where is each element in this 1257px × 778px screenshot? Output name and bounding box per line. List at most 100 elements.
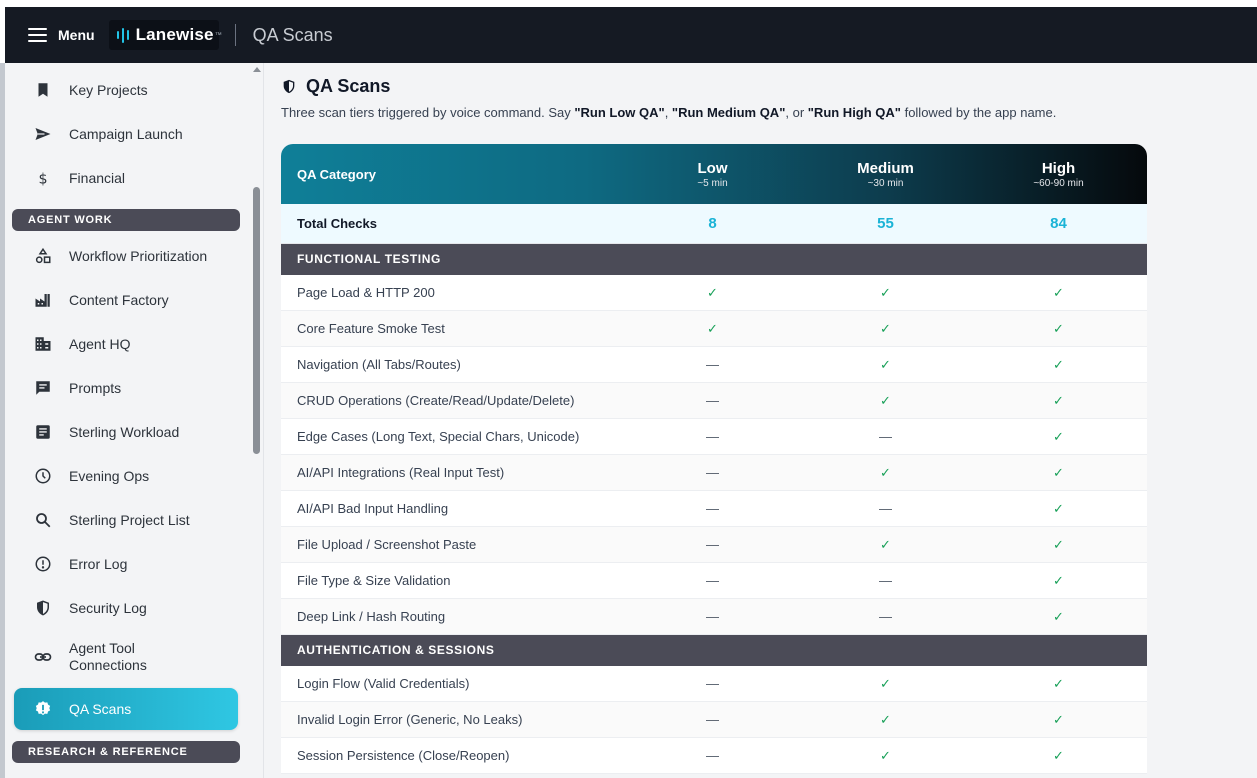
link-icon [33,647,53,667]
menu-button[interactable]: Menu [28,27,95,43]
page-heading: QA Scans [281,76,390,97]
top-bar: Menu Lanewise ™ QA Scans [0,0,1257,63]
desc-text: Three scan tiers triggered by voice comm… [281,105,575,120]
table-row: Deep Link / Hash Routing — — ✓ [281,599,1147,635]
dash-icon: — [879,501,892,516]
sidebar-item-error-log[interactable]: Error Log [13,554,243,574]
dash-icon: — [879,429,892,444]
check-icon: ✓ [880,675,891,691]
app-title: QA Scans [252,24,333,45]
sidebar-item-label: Workflow Prioritization [69,247,208,264]
total-high: 84 [1050,215,1067,232]
page-description: Three scan tiers triggered by voice comm… [281,105,1056,120]
sidebar-item-key-projects[interactable]: Key Projects [13,80,243,100]
check-icon: ✓ [1053,675,1064,691]
sidebar-item-agent-tool-connections[interactable]: Agent Tool Connections [13,640,243,674]
sidebar-item-agent-hq[interactable]: Agent HQ [13,334,243,354]
desc-separator: , [664,105,672,120]
sidebar-item-financial[interactable]: $ Financial [13,168,243,188]
check-icon: ✓ [1053,572,1064,588]
check-icon: ✓ [1053,464,1064,480]
qa-check-label: File Upload / Screenshot Paste [297,537,477,552]
page-title: QA Scans [306,76,391,96]
tier-duration: ~5 min [697,177,728,189]
chat-icon [33,378,53,398]
check-icon: ✓ [707,284,718,300]
sidebar-item-sterling-project-list[interactable]: Sterling Project List [13,510,243,530]
brand-logo[interactable]: Lanewise ™ [108,20,222,50]
desc-separator: , or [785,105,808,120]
group-header: AUTHENTICATION & SESSIONS [281,635,1147,666]
total-medium: 55 [877,215,894,232]
sidebar-scrollbar[interactable] [251,63,263,778]
soundwave-icon [116,27,129,43]
scroll-up-icon[interactable] [253,67,261,72]
shield-icon [33,598,53,618]
sidebar-item-sterling-workload[interactable]: Sterling Workload [13,422,243,442]
total-checks-label: Total Checks [297,216,377,231]
clock-icon [33,466,53,486]
dash-icon: — [879,609,892,624]
sidebar-item-label: Evening Ops [69,467,150,484]
dash-icon: — [706,357,719,372]
sidebar-item-label: Prompts [69,379,122,396]
sidebar-item-label: Sterling Project List [69,511,190,528]
check-icon: ✓ [1053,356,1064,372]
sidebar-item-qa-scans[interactable]: QA Scans [14,688,238,730]
badge-alert-icon [33,699,53,719]
check-icon: ✓ [880,320,891,336]
check-icon: ✓ [1053,392,1064,408]
dash-icon: — [706,573,719,588]
send-icon [33,124,53,144]
sidebar-item-label: Error Log [69,555,128,572]
check-icon: ✓ [880,747,891,763]
check-icon: ✓ [1053,320,1064,336]
check-icon: ✓ [1053,608,1064,624]
sidebar-item-label: Security Log [69,599,147,616]
check-icon: ✓ [1053,284,1064,300]
svg-text:$: $ [38,171,47,187]
dash-icon: — [706,537,719,552]
sidebar-item-label: Agent Tool Connections [69,640,147,673]
qa-check-label: Edge Cases (Long Text, Special Chars, Un… [297,429,580,444]
dash-icon: — [706,748,719,763]
dash-icon: — [706,609,719,624]
table-row: Edge Cases (Long Text, Special Chars, Un… [281,419,1147,455]
qa-check-label: Invalid Login Error (Generic, No Leaks) [297,712,523,727]
group-header: FUNCTIONAL TESTING [281,244,1147,275]
building-icon [33,334,53,354]
table-row: AI/API Integrations (Real Input Test) — ✓ ✓ [281,455,1147,491]
dollar-icon: $ [33,168,53,188]
qa-check-label: Deep Link / Hash Routing [297,609,446,624]
check-icon: ✓ [880,536,891,552]
sidebar-item-evening-ops[interactable]: Evening Ops [13,466,243,486]
sidebar-item-campaign-launch[interactable]: Campaign Launch [13,124,243,144]
sidebar-item-workflow-prioritization[interactable]: Workflow Prioritization [13,246,243,266]
table-row: File Type & Size Validation — — ✓ [281,563,1147,599]
check-icon: ✓ [1053,536,1064,552]
check-icon: ✓ [880,392,891,408]
scrollbar-thumb[interactable] [253,187,260,454]
table-row: CRUD Operations (Create/Read/Update/Dele… [281,383,1147,419]
sidebar-item-security-log[interactable]: Security Log [13,598,243,618]
shapes-icon [33,246,53,266]
sidebar-item-prompts[interactable]: Prompts [13,378,243,398]
qa-tier-table: QA Category Low ~5 min Medium ~30 min Hi… [281,144,1147,774]
dash-icon: — [706,465,719,480]
column-header-low: Low ~5 min [626,160,799,189]
sidebar: Key Projects Campaign Launch $ Financial… [5,63,264,778]
hamburger-icon [28,28,47,42]
tier-name: Low [697,159,728,177]
check-icon: ✓ [1053,747,1064,763]
qa-check-label: Navigation (All Tabs/Routes) [297,357,461,372]
bookmark-icon [33,80,53,100]
brand-trademark: ™ [214,31,222,39]
desc-text: followed by the app name. [900,105,1057,120]
title-divider [234,24,236,46]
header: Menu Lanewise ™ QA Scans [5,7,1257,63]
table-row: Invalid Login Error (Generic, No Leaks) —… [281,702,1147,738]
tier-duration: ~30 min [867,177,904,189]
total-checks-row: Total Checks 8 55 84 [281,204,1147,244]
sidebar-item-content-factory[interactable]: Content Factory [13,290,243,310]
sidebar-item-label: Key Projects [69,81,148,98]
